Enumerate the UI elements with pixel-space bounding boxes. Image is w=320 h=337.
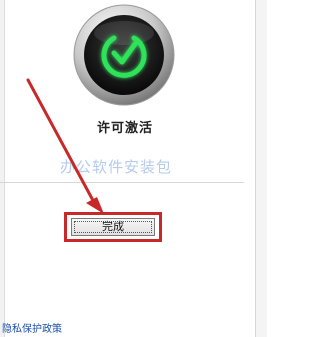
watermark-text: 办公软件安装包	[60, 158, 173, 176]
green-check-circle-icon	[73, 4, 175, 106]
privacy-policy-link[interactable]: 隐私保护政策	[2, 320, 62, 335]
left-border	[0, 0, 5, 337]
done-button[interactable]: 完成	[71, 218, 155, 236]
license-status-label: 许可激活	[96, 121, 153, 136]
right-scrollbar[interactable]	[255, 0, 267, 337]
dialog-panel: 许可激活 办公软件安装包 完成 隐私保护政策	[0, 0, 267, 337]
divider-line	[0, 182, 244, 183]
